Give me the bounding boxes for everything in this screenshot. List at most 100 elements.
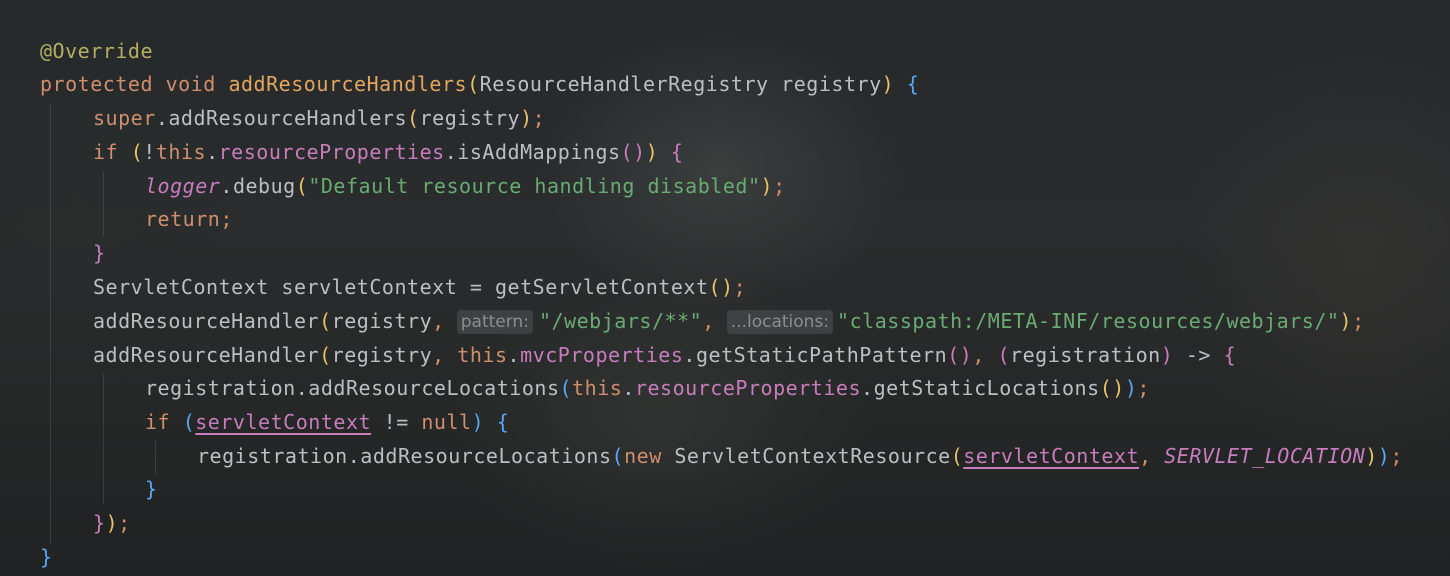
keyword-super: super bbox=[93, 106, 156, 130]
paren: () bbox=[620, 140, 646, 164]
inlay-hint-pattern: pattern: bbox=[456, 310, 533, 334]
paren: ( bbox=[997, 343, 1011, 367]
semicolon: ; bbox=[1137, 376, 1150, 400]
semicolon: ; bbox=[532, 106, 546, 130]
inlay-hint-locations: ...locations: bbox=[726, 310, 834, 334]
servlet-location-constant[interactable]: SERVLET_LOCATION bbox=[1164, 444, 1365, 468]
call-add-resource-handlers[interactable]: addResourceHandlers bbox=[168, 106, 407, 130]
code-line-10[interactable]: addResourceHandler(registry, this.mvcPro… bbox=[93, 338, 1236, 372]
code-line-13[interactable]: registration.addResourceLocations(new Se… bbox=[197, 439, 1403, 473]
keyword-void: void bbox=[165, 72, 216, 96]
code-line-6[interactable]: return; bbox=[145, 202, 233, 236]
keyword-this: this bbox=[155, 140, 207, 164]
brace: } bbox=[145, 477, 158, 501]
code-line-4[interactable]: if (!this.resourceProperties.isAddMappin… bbox=[93, 135, 683, 169]
field-resource-properties[interactable]: resourceProperties bbox=[219, 140, 445, 164]
paren: ) bbox=[520, 106, 533, 130]
keyword-this: this bbox=[572, 376, 623, 400]
paren: ) bbox=[645, 140, 659, 164]
param-type[interactable]: ResourceHandlerRegistry bbox=[480, 72, 769, 96]
call-add-resource-locations[interactable]: addResourceLocations bbox=[308, 376, 559, 400]
servlet-context-captured-variable[interactable]: servletContext bbox=[195, 410, 371, 434]
arg-registry[interactable]: registry bbox=[332, 343, 433, 367]
code-editor[interactable]: @Override protected void addResourceHand… bbox=[0, 0, 1450, 576]
brace: } bbox=[40, 545, 53, 569]
lambda-arrow: -> bbox=[1185, 343, 1211, 367]
comma: , bbox=[432, 309, 445, 333]
brace: } bbox=[93, 511, 106, 535]
semicolon: ; bbox=[773, 174, 786, 198]
code-line-14[interactable]: } bbox=[145, 472, 158, 506]
not-operator: ! bbox=[143, 140, 156, 164]
keyword-protected: protected bbox=[40, 72, 154, 96]
code-line-9[interactable]: addResourceHandler(registry, pattern: "/we… bbox=[93, 304, 1365, 338]
arg-registry[interactable]: registry bbox=[420, 106, 521, 130]
code-line-15[interactable]: }); bbox=[93, 506, 131, 540]
paren: ( bbox=[130, 140, 144, 164]
logger-field[interactable]: logger bbox=[145, 174, 220, 198]
servlet-context-resource-type[interactable]: ServletContextResource bbox=[674, 444, 950, 468]
paren: ( bbox=[467, 72, 480, 96]
code-line-12[interactable]: if (servletContext != null) { bbox=[145, 405, 509, 439]
dot: . bbox=[347, 444, 361, 468]
paren: ) bbox=[1377, 444, 1391, 468]
brace: { bbox=[496, 410, 510, 434]
lambda-parameter[interactable]: registration bbox=[1010, 343, 1161, 367]
paren: () bbox=[947, 343, 973, 367]
param-name[interactable]: registry bbox=[781, 72, 882, 96]
keyword-return: return bbox=[145, 207, 221, 231]
paren: ( bbox=[407, 106, 420, 130]
debug-message-string[interactable]: "Default resource handling disabled" bbox=[308, 174, 760, 198]
indent-guide bbox=[103, 374, 104, 504]
indent-guide bbox=[50, 104, 51, 544]
dot: . bbox=[444, 140, 458, 164]
call-add-resource-handler[interactable]: addResourceHandler bbox=[93, 343, 319, 367]
keyword-this: this bbox=[457, 343, 508, 367]
semicolon: ; bbox=[220, 207, 233, 231]
call-is-add-mappings[interactable]: isAddMappings bbox=[457, 140, 620, 164]
lambda-parameter[interactable]: registration bbox=[145, 376, 296, 400]
field-resource-properties[interactable]: resourceProperties bbox=[635, 376, 861, 400]
dot: . bbox=[155, 106, 169, 130]
call-add-resource-locations[interactable]: addResourceLocations bbox=[360, 444, 611, 468]
code-line-3[interactable]: super.addResourceHandlers(registry); bbox=[93, 101, 545, 135]
servlet-context-variable[interactable]: servletContext bbox=[281, 275, 457, 299]
call-add-resource-handler[interactable]: addResourceHandler bbox=[93, 309, 319, 333]
lambda-parameter[interactable]: registration bbox=[197, 444, 348, 468]
override-annotation: @Override bbox=[40, 39, 154, 63]
paren: ( bbox=[559, 376, 573, 400]
code-line-11[interactable]: registration.addResourceLocations(this.r… bbox=[145, 371, 1150, 405]
assign-operator: = bbox=[469, 275, 483, 299]
code-line-16[interactable]: } bbox=[40, 540, 53, 574]
call-get-servlet-context[interactable]: getServletContext bbox=[495, 275, 709, 299]
arg-registry[interactable]: registry bbox=[332, 309, 433, 333]
code-line-7[interactable]: } bbox=[93, 236, 106, 270]
call-debug[interactable]: debug bbox=[233, 174, 296, 198]
paren: ( bbox=[950, 444, 964, 468]
webjars-pattern-string[interactable]: "/webjars/**" bbox=[539, 309, 702, 333]
dot: . bbox=[220, 174, 233, 198]
paren: ( bbox=[319, 343, 332, 367]
call-get-static-locations[interactable]: getStaticLocations bbox=[874, 376, 1100, 400]
paren: ) bbox=[881, 72, 895, 96]
paren: ) bbox=[105, 511, 119, 535]
indent-guide bbox=[155, 440, 156, 474]
code-line-5[interactable]: logger.debug("Default resource handling … bbox=[145, 169, 786, 203]
paren: ) bbox=[1365, 444, 1378, 468]
semicolon: ; bbox=[118, 511, 131, 535]
code-line-2[interactable]: protected void addResourceHandlers(Resou… bbox=[40, 67, 919, 101]
code-line-8[interactable]: ServletContext servletContext = getServl… bbox=[93, 270, 746, 304]
code-line-1[interactable]: @Override bbox=[40, 34, 153, 68]
paren: ( bbox=[182, 410, 196, 434]
field-mvc-properties[interactable]: mvcProperties bbox=[520, 343, 683, 367]
servlet-context-captured-variable[interactable]: servletContext bbox=[963, 444, 1139, 468]
servlet-context-type[interactable]: ServletContext bbox=[93, 275, 269, 299]
dot: . bbox=[295, 376, 309, 400]
call-get-static-path-pattern[interactable]: getStaticPathPattern bbox=[696, 343, 947, 367]
brace: { bbox=[906, 72, 920, 96]
keyword-if: if bbox=[93, 140, 119, 164]
paren: ) bbox=[1339, 309, 1353, 333]
webjars-location-string[interactable]: "classpath:/META-INF/resources/webjars/" bbox=[837, 309, 1339, 333]
method-name[interactable]: addResourceHandlers bbox=[228, 72, 467, 96]
comma: , bbox=[702, 309, 715, 333]
